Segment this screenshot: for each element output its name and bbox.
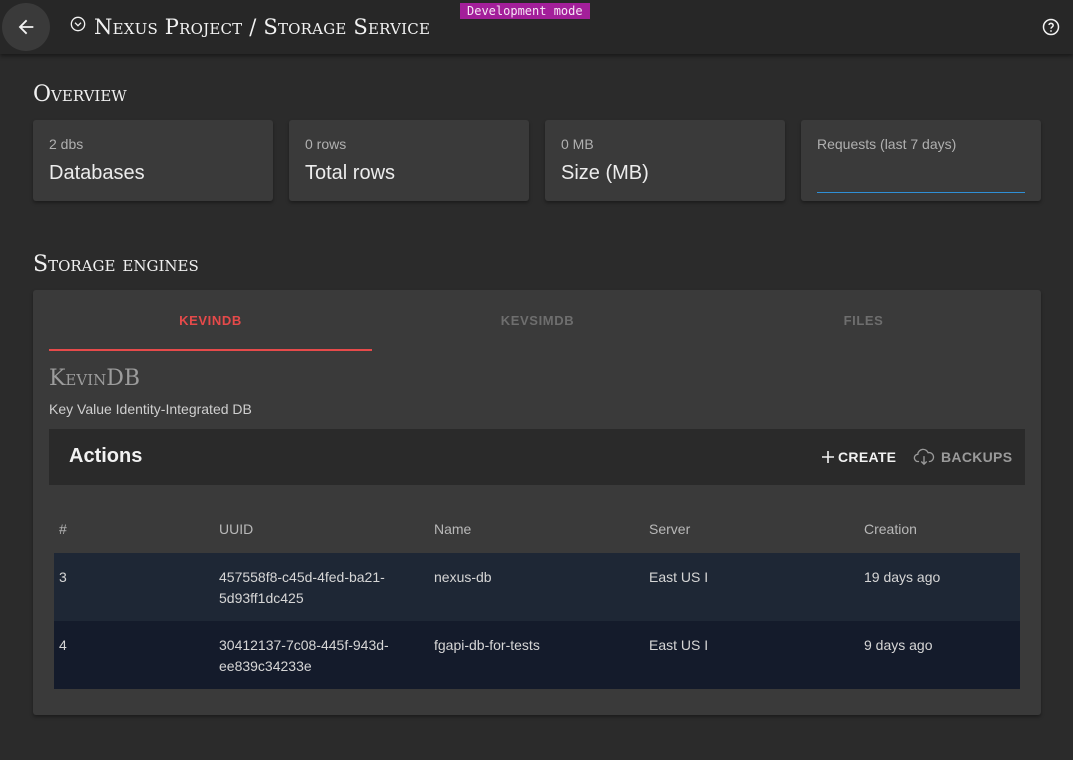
- storage-engines-heading: Storage engines: [33, 252, 199, 277]
- active-tab-indicator: [49, 349, 372, 351]
- stat-card-value: 2 dbs: [49, 136, 84, 152]
- create-button[interactable]: CREATE: [821, 445, 896, 469]
- stat-card-requests[interactable]: Requests (last 7 days): [801, 120, 1041, 201]
- table-row[interactable]: 4 30412137-7c08-445f-943d-ee839c34233e f…: [54, 621, 1020, 689]
- tab-kevindb[interactable]: KEVINDB: [49, 290, 372, 350]
- cell-name: nexus-db: [434, 569, 492, 585]
- development-mode-badge: Development mode: [460, 3, 590, 19]
- cell-number: 3: [59, 569, 67, 585]
- table-row[interactable]: 3 457558f8-c45d-4fed-ba21-5d93ff1dc425 n…: [54, 553, 1020, 621]
- top-app-bar: Nexus Project / Storage Service Developm…: [0, 0, 1073, 54]
- column-header-number[interactable]: #: [59, 521, 67, 537]
- back-button[interactable]: [2, 3, 50, 51]
- backups-button[interactable]: BACKUPS: [913, 445, 1012, 469]
- engine-description: Key Value Identity-Integrated DB: [49, 401, 252, 417]
- column-header-server[interactable]: Server: [649, 521, 690, 537]
- chevron-circle-down-icon[interactable]: [70, 16, 86, 32]
- actions-title: Actions: [69, 445, 143, 467]
- page-title: Nexus Project / Storage Service: [94, 15, 431, 39]
- stat-card-value: 0 rows: [305, 136, 347, 152]
- cell-name: fgapi-db-for-tests: [434, 637, 540, 653]
- tab-files[interactable]: FILES: [702, 290, 1025, 350]
- create-label: CREATE: [838, 449, 897, 465]
- actions-toolbar: Actions CREATE BACKUPS: [49, 429, 1025, 485]
- cell-server: East US I: [649, 637, 709, 653]
- table-header: # UUID Name Server Creation: [54, 513, 1020, 553]
- overview-heading: Overview: [33, 82, 127, 107]
- cell-server: East US I: [649, 569, 709, 585]
- cell-creation: 9 days ago: [864, 637, 933, 653]
- backups-label: BACKUPS: [941, 449, 1013, 465]
- breadcrumb: Nexus Project / Storage Service: [70, 15, 430, 39]
- stat-card-value: 0 MB: [561, 136, 594, 152]
- stat-card-label: Total rows: [305, 162, 396, 184]
- stat-card-databases: 2 dbs Databases: [33, 120, 273, 201]
- stat-card-size: 0 MB Size (MB): [545, 120, 785, 201]
- cell-uuid: 30412137-7c08-445f-943d-ee839c34233e: [219, 637, 389, 674]
- requests-field-underline: [817, 192, 1025, 193]
- stat-card-total-rows: 0 rows Total rows: [289, 120, 529, 201]
- cell-creation: 19 days ago: [864, 569, 941, 585]
- plus-icon: [822, 451, 834, 463]
- cloud-download-icon: [913, 448, 935, 466]
- arrow-left-icon: [18, 19, 34, 35]
- engine-name: KevinDB: [49, 366, 141, 391]
- storage-engines-panel: KEVINDB KEVSIMDB FILES KevinDB Key Value…: [33, 290, 1041, 715]
- stat-card-label: Size (MB): [561, 162, 649, 184]
- column-header-creation[interactable]: Creation: [864, 521, 917, 537]
- cell-uuid: 457558f8-c45d-4fed-ba21-5d93ff1dc425: [219, 569, 385, 606]
- tab-kevsimdb[interactable]: KEVSIMDB: [376, 290, 699, 350]
- help-circle-icon[interactable]: [1042, 18, 1060, 36]
- column-header-uuid[interactable]: UUID: [219, 521, 409, 537]
- column-header-name[interactable]: Name: [434, 521, 471, 537]
- cell-number: 4: [59, 637, 67, 653]
- stat-card-label: Databases: [49, 162, 145, 184]
- requests-field-label: Requests (last 7 days): [817, 136, 957, 152]
